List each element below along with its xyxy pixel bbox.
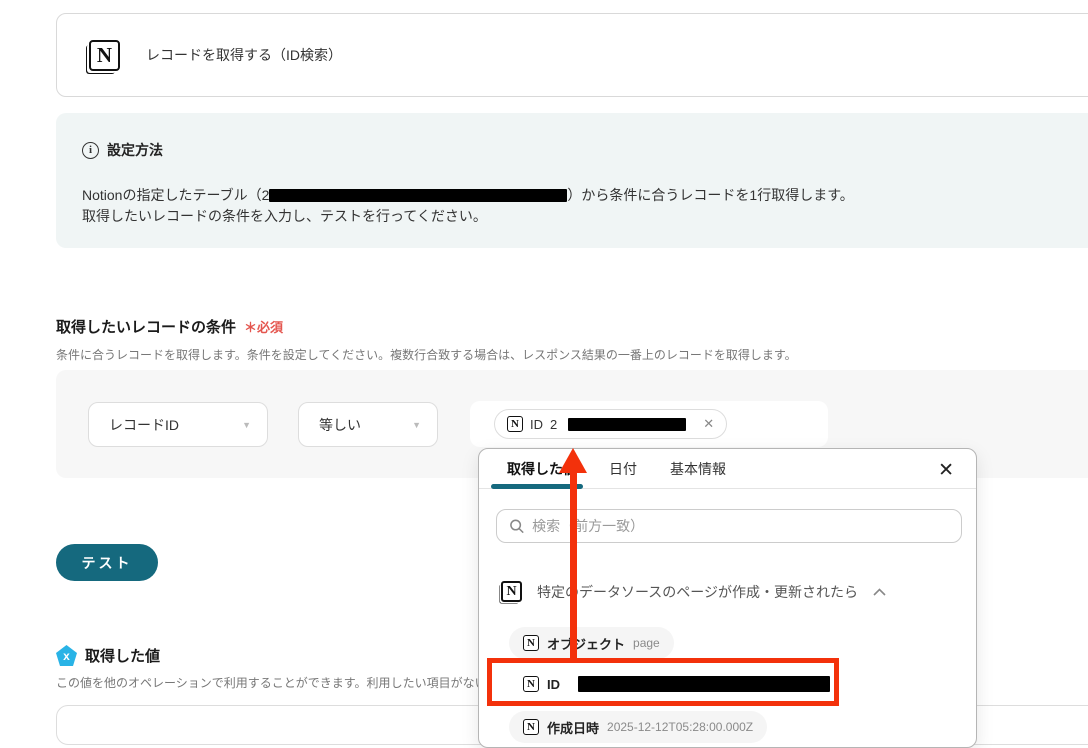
result-description: この値を他のオペレーションで利用することができます。利用したい項目がない場合は、 [56,676,535,690]
chevron-down-icon: ▼ [412,419,421,430]
condition-description: 条件に合うレコードを取得します。条件を設定してください。複数行合致する場合は、レ… [56,348,797,362]
tab-date[interactable]: 日付 [609,459,637,479]
popup-tabs: 取得した値 日付 基本情報 [479,449,976,489]
notion-icon: N [501,581,522,602]
item-value: page [633,636,660,650]
active-tab-indicator [491,484,583,489]
field-dropdown-value: レコードID [109,416,179,433]
notion-icon: N [523,719,539,735]
info-line-2: 取得したいレコードの条件を入力し、テストを行ってください。 [82,208,487,224]
search-input[interactable] [532,518,949,534]
condition-value-field[interactable]: N ID 2 ✕ [470,401,828,447]
notion-icon: N [523,635,539,651]
info-line-1: Notionの指定したテーブル（2 ）から条件に合うレコードを1行取得します。 [82,187,854,203]
trigger-group-header[interactable]: N 特定のデータソースのページが作成・更新されたら [501,581,886,602]
tag-remove-icon[interactable]: ✕ [699,416,714,432]
list-item-id[interactable]: N ID [509,668,844,700]
notion-logo-icon: N [89,39,120,71]
step-header-card[interactable]: N レコードを取得する（ID検索） [56,13,1088,97]
result-badge-icon: x [56,645,77,666]
info-box-title: 設定方法 [107,142,163,158]
condition-section-title: 取得したいレコードの条件 ＊必須 [56,319,284,336]
item-label: オブジェクト [547,636,626,652]
value-picker-popup: 取得した値 日付 基本情報 ✕ N 特定のデータソースのページが作成・更新された… [478,448,977,748]
tab-retrieved-values[interactable]: 取得した値 [507,459,577,479]
item-label: ID [547,676,560,692]
close-icon[interactable]: ✕ [938,461,954,480]
setup-info-box: i 設定方法 Notionの指定したテーブル（2 ）から条件に合うレコードを1行取… [56,113,1088,248]
notion-icon: N [523,676,539,692]
item-label: 作成日時 [547,720,600,736]
info-icon: i [82,141,99,159]
trigger-group-label: 特定のデータソースのページが作成・更新されたら [537,583,859,600]
info-box-header: i 設定方法 [82,140,163,160]
list-item-object[interactable]: N オブジェクト page [509,627,674,659]
redacted-table-id [269,189,568,202]
chevron-up-icon [873,587,886,596]
required-badge: ＊必須 [244,320,284,335]
result-section-header: x 取得した値 [56,645,160,666]
operator-dropdown-value: 等しい [319,416,361,433]
search-icon [510,519,524,534]
tab-basic-info[interactable]: 基本情報 [670,459,726,479]
redacted-tag-value [568,417,687,431]
operator-dropdown[interactable]: 等しい ▼ [298,402,438,447]
value-tag[interactable]: N ID 2 ✕ [494,409,728,439]
test-button[interactable]: テスト [56,544,158,581]
item-value: 2025-12-12T05:28:00.000Z [607,720,754,734]
redacted-item-value [578,676,830,692]
notion-icon: N [507,416,523,432]
result-section-title: 取得した値 [85,648,161,665]
info-box-body: Notionの指定したテーブル（2 ）から条件に合うレコードを1行取得します。 取… [82,185,854,227]
value-tag-label: ID [530,416,543,432]
popup-search[interactable] [496,509,962,543]
step-title: レコードを取得する（ID検索） [146,47,342,63]
chevron-down-icon: ▼ [242,419,251,430]
list-item-created-at[interactable]: N 作成日時 2025-12-12T05:28:00.000Z [509,711,768,743]
value-tag-prefix: 2 [550,416,558,432]
field-dropdown[interactable]: レコードID ▼ [88,402,268,447]
